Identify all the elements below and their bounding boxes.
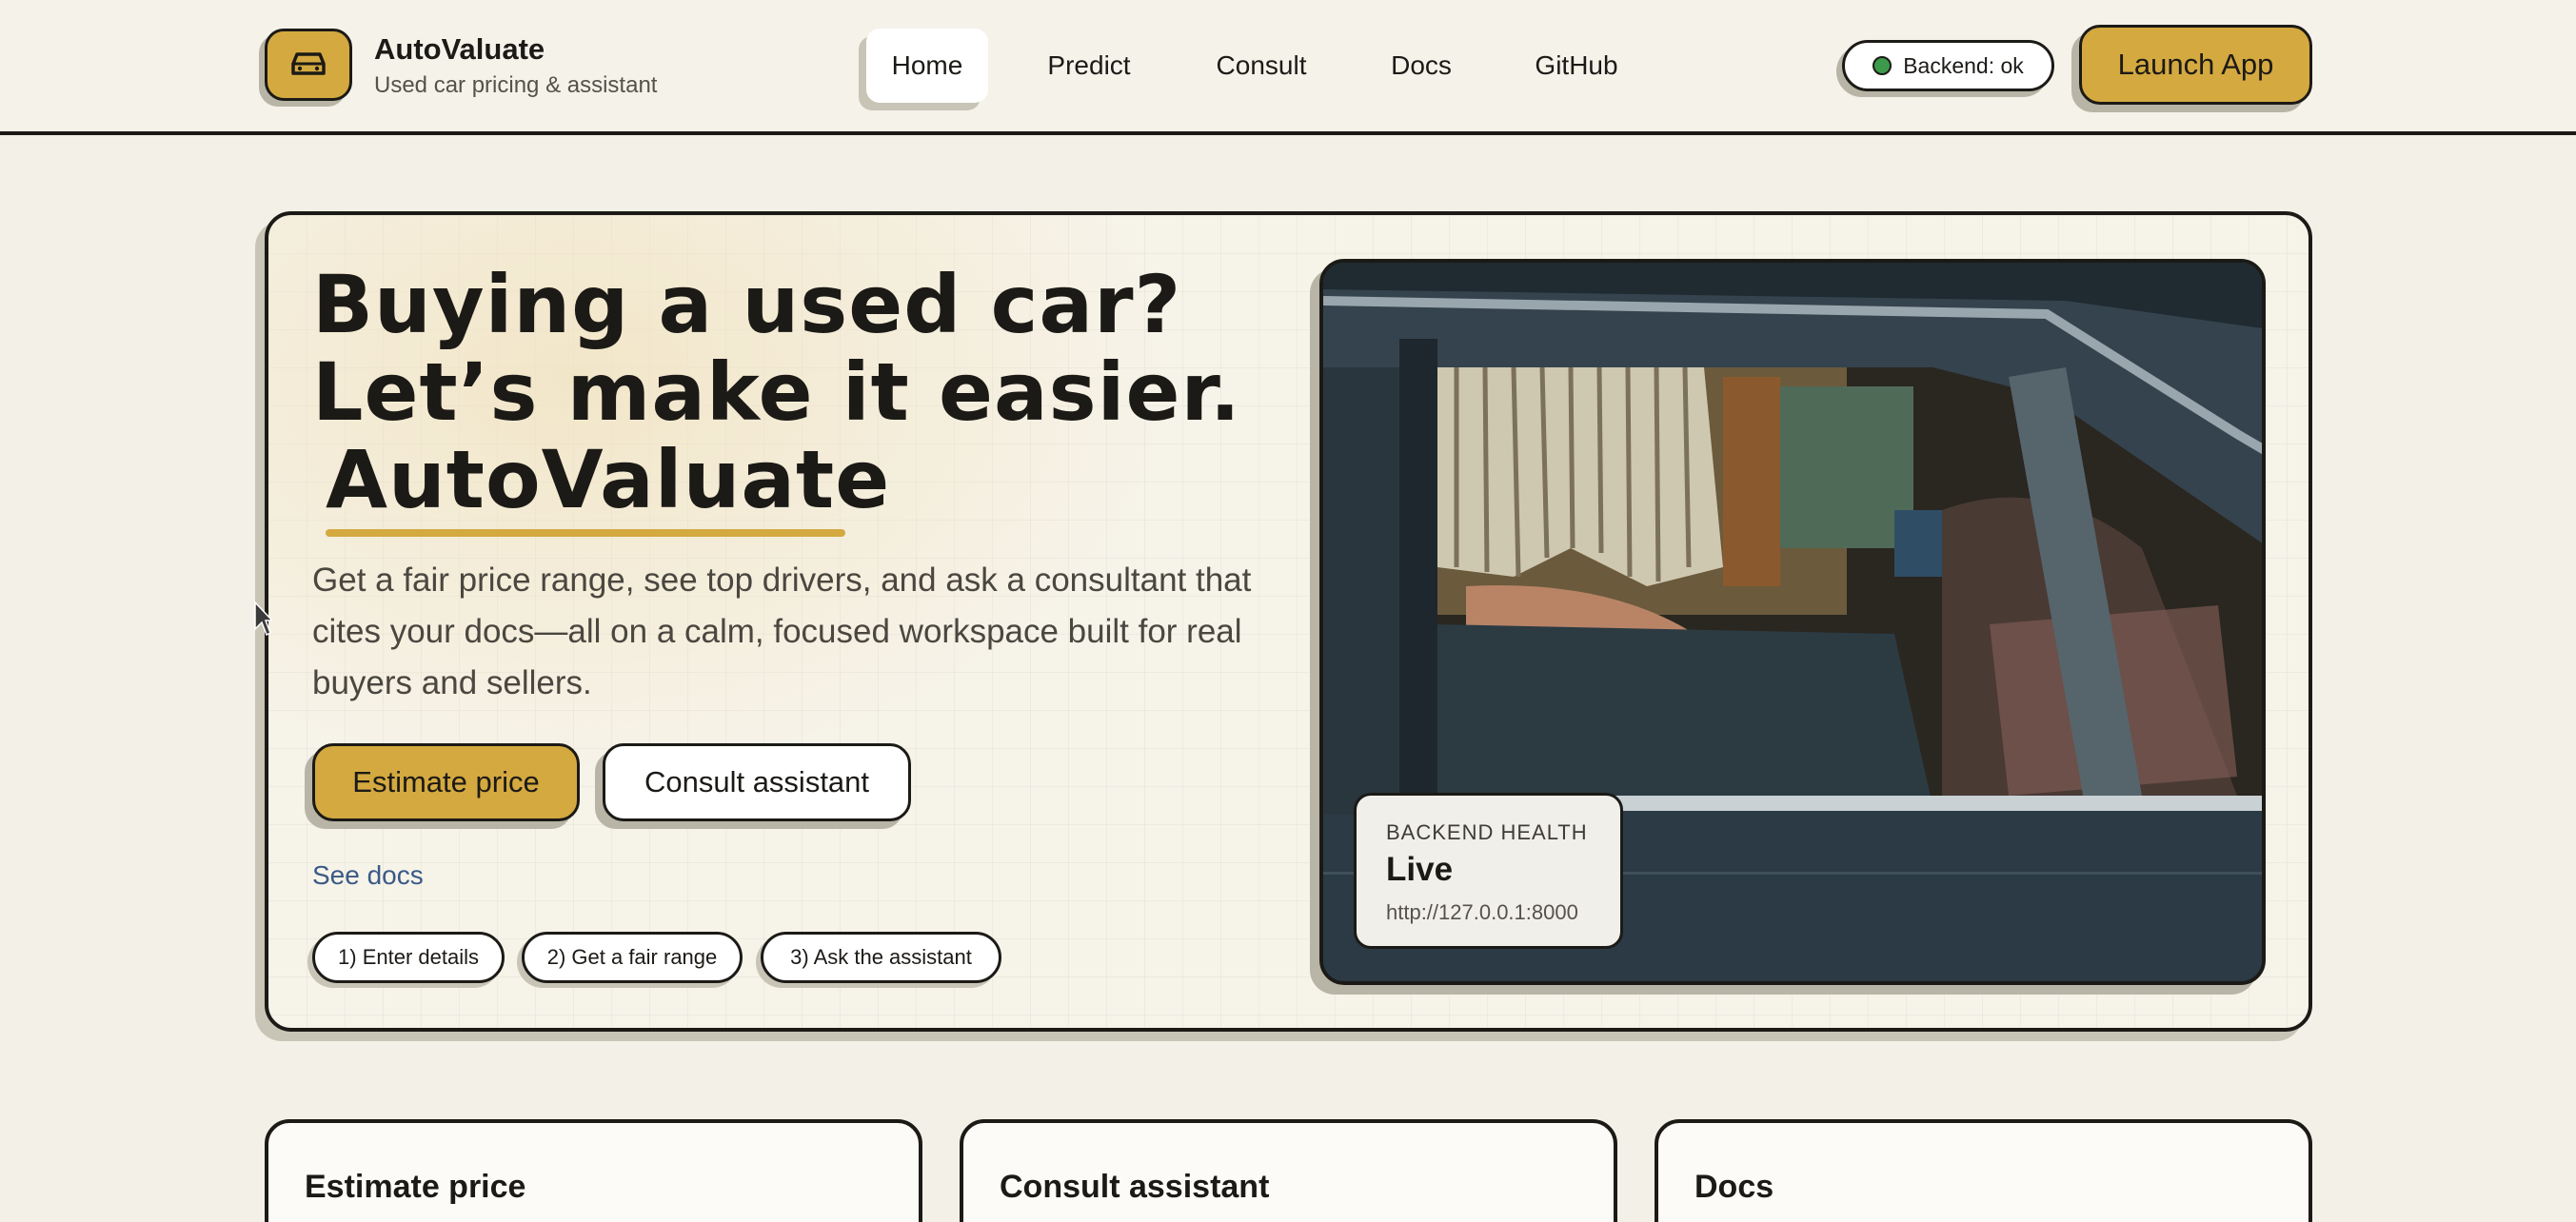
nav-github[interactable]: GitHub <box>1523 29 1630 103</box>
nav-home[interactable]: Home <box>866 29 988 103</box>
step-chip-enter-details: 1) Enter details <box>312 932 505 983</box>
health-status-value: Live <box>1386 851 1454 888</box>
feature-title: Estimate price <box>305 1169 526 1205</box>
backend-health-card: BACKEND HEALTH Live http://127.0.0.1:800… <box>1354 793 1623 949</box>
hero-description: Get a fair price range, see top drivers,… <box>312 562 1252 701</box>
feature-card-estimate[interactable]: Estimate price <box>265 1119 922 1222</box>
brand-name: AutoValuate <box>374 32 545 66</box>
status-dot-icon <box>1873 56 1892 75</box>
hero-title-line1: Buying a used car? <box>312 258 1182 351</box>
feature-card-docs[interactable]: Docs <box>1655 1119 2312 1222</box>
consult-assistant-button[interactable]: Consult assistant <box>603 743 911 821</box>
see-docs-link[interactable]: See docs <box>312 860 424 891</box>
health-url: http://127.0.0.1:8000 <box>1386 900 1578 924</box>
hero-title-brand: AutoValuate <box>326 433 891 526</box>
mouse-cursor-icon <box>254 601 272 637</box>
top-header: AutoValuate Used car pricing & assistant… <box>0 0 2576 135</box>
feature-title: Docs <box>1694 1169 1774 1205</box>
backend-status-badge: Backend: ok <box>1842 40 2054 91</box>
feature-card-consult[interactable]: Consult assistant <box>960 1119 1617 1222</box>
health-label: BACKEND HEALTH <box>1386 820 1588 844</box>
step-chip-ask-assistant: 3) Ask the assistant <box>761 932 1001 983</box>
title-underline <box>326 529 845 537</box>
brand-subtitle: Used car pricing & assistant <box>374 72 658 98</box>
logo[interactable] <box>265 29 352 101</box>
hero-title-line2: Let’s make it easier. <box>312 345 1241 439</box>
nav-consult[interactable]: Consult <box>1203 29 1319 103</box>
estimate-price-button[interactable]: Estimate price <box>312 743 580 821</box>
car-icon <box>291 52 326 75</box>
launch-app-button[interactable]: Launch App <box>2079 25 2312 105</box>
feature-title: Consult assistant <box>1000 1169 1270 1205</box>
step-chip-fair-range: 2) Get a fair range <box>522 932 743 983</box>
nav-docs[interactable]: Docs <box>1378 29 1464 103</box>
nav-predict[interactable]: Predict <box>1032 29 1146 103</box>
status-label: Backend: ok <box>1903 52 2024 78</box>
